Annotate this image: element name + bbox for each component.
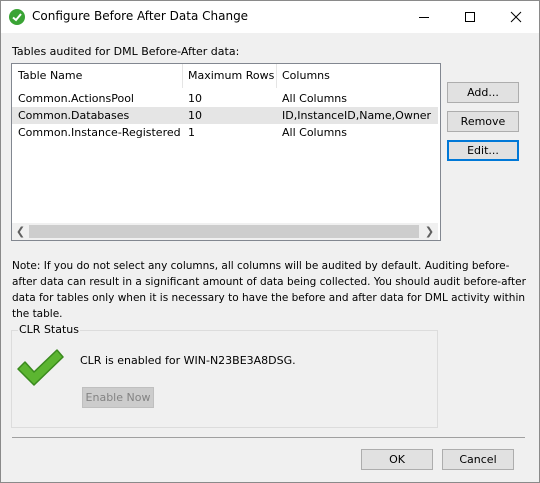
enable-now-button[interactable]: Enable Now <box>82 387 154 408</box>
tables-listview[interactable]: Table Name Maximum Rows Columns Common.A… <box>11 63 441 241</box>
close-icon <box>510 11 522 23</box>
edit-button[interactable]: Edit... <box>447 140 519 161</box>
clr-status-groupbox <box>11 330 438 428</box>
scrollbar-thumb[interactable] <box>29 225 419 238</box>
cell-table-name: Common.Instance-RegisteredPr... <box>18 126 180 139</box>
maximize-icon <box>465 12 475 22</box>
add-button[interactable]: Add... <box>447 82 519 103</box>
cell-columns: ID,InstanceID,Name,Owner <box>282 109 432 122</box>
tables-label: Tables audited for DML Before-After data… <box>12 45 240 58</box>
horizontal-scrollbar[interactable]: ❮ ❯ <box>12 223 438 240</box>
cell-table-name: Common.ActionsPool <box>18 92 134 105</box>
scroll-left-icon[interactable]: ❮ <box>12 223 29 240</box>
checkmark-icon <box>17 349 64 386</box>
close-button[interactable] <box>493 1 539 33</box>
dialog-window: Configure Before After Data Change Table… <box>0 0 540 483</box>
cell-table-name: Common.Databases <box>18 109 130 122</box>
column-header-columns[interactable]: Columns <box>276 64 438 88</box>
table-row[interactable]: Common.Databases 10 ID,InstanceID,Name,O… <box>12 107 438 124</box>
cell-columns: All Columns <box>282 92 347 105</box>
window-title: Configure Before After Data Change <box>32 9 249 23</box>
table-row[interactable]: Common.ActionsPool 10 All Columns <box>12 90 438 107</box>
maximize-button[interactable] <box>447 1 493 33</box>
cell-columns: All Columns <box>282 126 347 139</box>
cell-maximum-rows: 10 <box>188 109 202 122</box>
table-row[interactable]: Common.Instance-RegisteredPr... 1 All Co… <box>12 124 438 141</box>
cell-maximum-rows: 1 <box>188 126 195 139</box>
divider-line <box>12 437 525 438</box>
cancel-button[interactable]: Cancel <box>442 449 514 470</box>
audit-note: Note: If you do not select any columns, … <box>12 260 526 320</box>
ok-button[interactable]: OK <box>361 449 433 470</box>
clr-status-title: CLR Status <box>18 323 81 336</box>
clr-status-text: CLR is enabled for WIN-N23BE3A8DSG. <box>80 354 296 367</box>
app-checkmark-icon <box>9 9 25 25</box>
remove-button[interactable]: Remove <box>447 111 519 132</box>
cell-maximum-rows: 10 <box>188 92 202 105</box>
minimize-button[interactable] <box>401 1 447 33</box>
column-header-table-name[interactable]: Table Name <box>12 64 182 88</box>
column-header-maximum-rows[interactable]: Maximum Rows <box>182 64 276 88</box>
minimize-icon <box>419 17 429 18</box>
title-bar[interactable]: Configure Before After Data Change <box>1 1 539 33</box>
scroll-right-icon[interactable]: ❯ <box>421 223 438 240</box>
